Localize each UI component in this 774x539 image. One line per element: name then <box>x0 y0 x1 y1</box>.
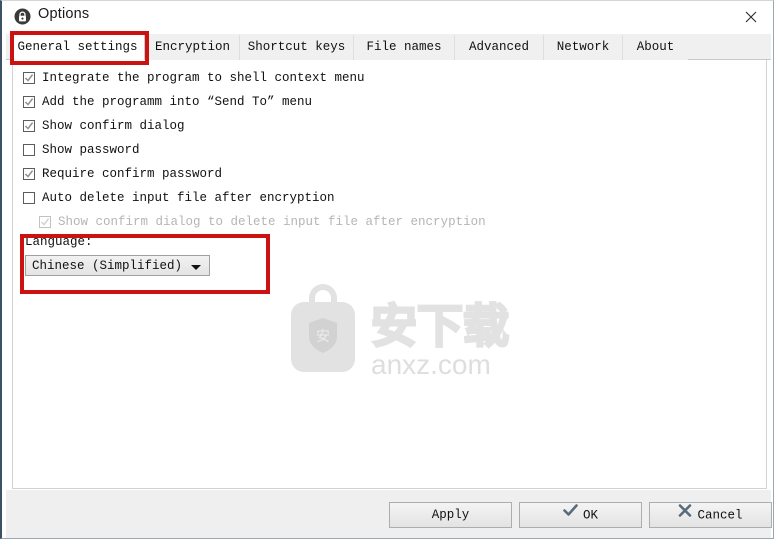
tab-about[interactable]: About <box>622 35 688 60</box>
tab-label: Network <box>556 40 610 54</box>
checkbox-require-confirm-password[interactable] <box>23 168 35 180</box>
lock-icon <box>14 8 31 25</box>
tab-file-names[interactable]: File names <box>353 35 454 60</box>
apply-button-label: Apply <box>431 508 470 522</box>
tab-label: Encryption <box>154 40 230 54</box>
checkbox-label: Integrate the program to shell context m… <box>42 71 365 85</box>
ok-button[interactable]: OK <box>519 502 642 528</box>
checkbox-show-confirm-dialog[interactable] <box>23 120 35 132</box>
svg-text:安: 安 <box>316 329 330 345</box>
checkbox-label: Auto delete input file after encryption <box>42 191 335 205</box>
tab-network[interactable]: Network <box>543 35 622 60</box>
tab-label: About <box>636 40 675 54</box>
language-label: Language: <box>25 235 93 249</box>
checkbox-label: Require confirm password <box>42 167 223 181</box>
title-bar: Options <box>2 1 773 32</box>
checkbox-integrate-shell[interactable] <box>23 72 35 84</box>
svg-text:anxz.com: anxz.com <box>371 349 491 380</box>
apply-button[interactable]: Apply <box>389 502 512 528</box>
tab-advanced[interactable]: Advanced <box>454 35 543 60</box>
checkbox-send-to-menu[interactable] <box>23 96 35 108</box>
cancel-button[interactable]: Cancel <box>649 502 772 528</box>
options-dialog: Options General settings Encryption Shor… <box>0 0 774 539</box>
check-icon <box>563 502 578 526</box>
tab-label: File names <box>366 40 442 54</box>
tab-label: Shortcut keys <box>247 40 346 54</box>
tab-label: Advanced <box>468 40 529 54</box>
close-icon[interactable] <box>729 1 773 31</box>
tab-shortcut-keys[interactable]: Shortcut keys <box>239 35 353 60</box>
checkbox-label: Show confirm dialog <box>42 119 185 133</box>
language-select[interactable]: Chinese (Simplified) <box>25 255 210 276</box>
cross-icon <box>678 502 692 526</box>
checkbox-label: Show confirm dialog to delete input file… <box>58 215 486 229</box>
tab-bar: General settings Encryption Shortcut key… <box>6 34 771 60</box>
cancel-button-label: Cancel <box>697 508 743 523</box>
checkbox-show-password[interactable] <box>23 144 35 156</box>
ok-button-label: OK <box>582 508 598 523</box>
checkbox-label: Show password <box>42 143 140 157</box>
checkbox-auto-delete-input-file[interactable] <box>23 192 35 204</box>
dialog-footer: Apply OK Cancel <box>6 490 772 538</box>
watermark: 安 安下载 anxz.com <box>283 282 527 382</box>
checkbox-show-delete-confirm-dialog <box>39 216 51 228</box>
tab-label: General settings <box>17 40 138 54</box>
language-selected-value: Chinese (Simplified) <box>32 259 183 273</box>
checkbox-label: Add the programm into “Send To” menu <box>42 95 313 109</box>
tab-general-settings[interactable]: General settings <box>10 34 145 60</box>
general-settings-panel: 安 安下载 anxz.com Integrate the program to … <box>12 60 767 489</box>
tab-encryption[interactable]: Encryption <box>145 35 239 60</box>
svg-text:安下载: 安下载 <box>371 299 509 353</box>
chevron-down-icon <box>191 265 201 270</box>
window-title: Options <box>38 6 90 22</box>
